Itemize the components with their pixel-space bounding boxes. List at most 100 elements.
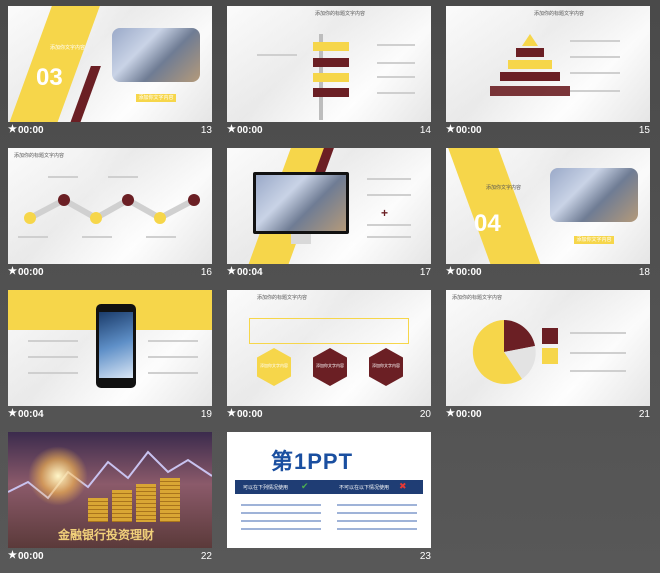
photo-laptop-man [550,168,638,222]
section-number: 04 [474,210,501,237]
slide-meta-17: ★ 00:04 17 [227,266,431,278]
star-icon: ★ [8,124,17,135]
star-icon: ★ [8,550,17,561]
hexagon-1: 添加你文字内容 [257,348,291,386]
text-line [337,512,417,514]
hexagon-2: 添加你文字内容 [313,348,347,386]
cross-icon: ✖ [399,481,407,491]
slide-thumbnail-23[interactable]: 第1PPT 可以在下列情况使用 ✔ 不可以在以下情况使用 ✖ [227,432,431,548]
apple-icon [297,234,303,240]
text-line [28,356,78,358]
text-line [377,62,415,64]
logo-text: 第1PPT [271,449,354,474]
star-icon: ★ [227,266,236,277]
info-bar: 可以在下列情况使用 ✔ 不可以在以下情况使用 ✖ [235,480,423,494]
sun-glow [28,446,88,506]
text-line [108,176,138,178]
text-line [337,504,417,506]
text-line [148,340,198,342]
sign-arrow-1 [313,42,349,51]
star-icon: ★ [446,124,455,135]
text-line [570,90,620,92]
star-icon: ★ [227,408,236,419]
caption-button: 添加你文字内容 [136,94,176,102]
text-frame [249,318,409,344]
section-number: 03 [36,64,63,91]
coin-stack-3 [136,484,156,522]
slide-thumbnail-16[interactable]: 添加你的标题文字内容 [8,148,212,264]
monitor-photo [256,175,346,231]
slide-thumbnail-22[interactable]: 金融银行投资理财 [8,432,212,548]
text-line [28,340,78,342]
slide-thumbnail-18[interactable]: 04 添加你文字内容 添加你文字内容 [446,148,650,264]
slide-thumbnail-21[interactable]: 添加你的标题文字内容 [446,290,650,406]
slide-title: 添加你的标题文字内容 [315,11,366,17]
slide-heading: 金融银行投资理财 [58,528,155,542]
sign-arrow-2 [313,58,349,67]
slide-thumbnail-14[interactable]: 添加你的标题文字内容 [227,6,431,122]
slide-thumbnail-13[interactable]: 03 添加你文字内容 添加你文字内容 [8,6,212,122]
pyramid-tier-5 [490,86,570,96]
slide-thumbnail-17[interactable]: + [227,148,431,264]
yellow-slash-band [446,148,546,264]
pyramid-tier-3 [508,60,552,69]
sign-arrow-4 [313,88,349,97]
coin-stack-1 [88,498,108,522]
star-icon: ★ [446,408,455,419]
text-line [570,56,620,58]
text-line [148,372,198,374]
section-label: 添加你文字内容 [486,185,522,191]
star-icon: ★ [227,124,236,135]
text-line [28,372,78,374]
text-line [570,352,626,354]
pyramid-tier-2 [516,48,544,57]
text-line [82,236,112,238]
text-line [570,72,620,74]
slide-thumbnail-15[interactable]: 添加你的标题文字内容 [446,6,650,122]
slide-meta-20: ★ 00:00 20 [227,408,431,420]
star-icon: ★ [446,266,455,277]
text-line [241,520,321,522]
text-line [146,236,176,238]
slide-meta-22: ★ 00:00 22 [8,550,212,562]
photo-laptop-man [112,28,200,82]
coin-stack-2 [112,490,132,522]
pyramid-tier-1 [522,34,538,46]
text-line [367,178,411,180]
star-icon: ★ [8,266,17,277]
text-line [570,332,626,334]
text-line [241,528,321,530]
slide-meta-14: ★ 00:00 14 [227,124,431,136]
pyramid-tier-4 [500,72,560,81]
text-line [241,512,321,514]
text-line [48,176,78,178]
text-line [377,92,415,94]
section-label: 添加你文字内容 [50,45,86,51]
text-line [377,76,415,78]
text-line [367,194,411,196]
slide-meta-13: ★ 00:00 13 [8,124,212,136]
slide-thumbnail-20[interactable]: 添加你的标题文字内容 添加你文字内容 添加你文字内容 添加你文字内容 [227,290,431,406]
caption-button: 添加你文字内容 [574,236,614,244]
text-line [241,504,321,506]
zigzag-process [24,194,200,224]
monitor-screen [253,172,349,234]
text-line [337,528,417,530]
phone-screen-image [99,312,133,378]
camera-icon-box [542,328,558,344]
text-line [377,44,415,46]
text-line [18,236,48,238]
chat-icon-box [542,348,558,364]
slide-meta-18: ★ 00:00 18 [446,266,650,278]
slide-meta-21: ★ 00:00 21 [446,408,650,420]
text-line [570,370,626,372]
coin-stack-4 [160,478,180,522]
slide-thumbnail-19[interactable] [8,290,212,406]
sign-arrow-3 [313,73,349,82]
star-icon: ★ [8,408,17,419]
text-line [257,54,297,56]
slide-title: 添加你的标题文字内容 [534,11,585,17]
text-line [367,236,411,238]
slide-title: 添加你的标题文字内容 [257,295,308,301]
hexagon-3: 添加你文字内容 [369,348,403,386]
